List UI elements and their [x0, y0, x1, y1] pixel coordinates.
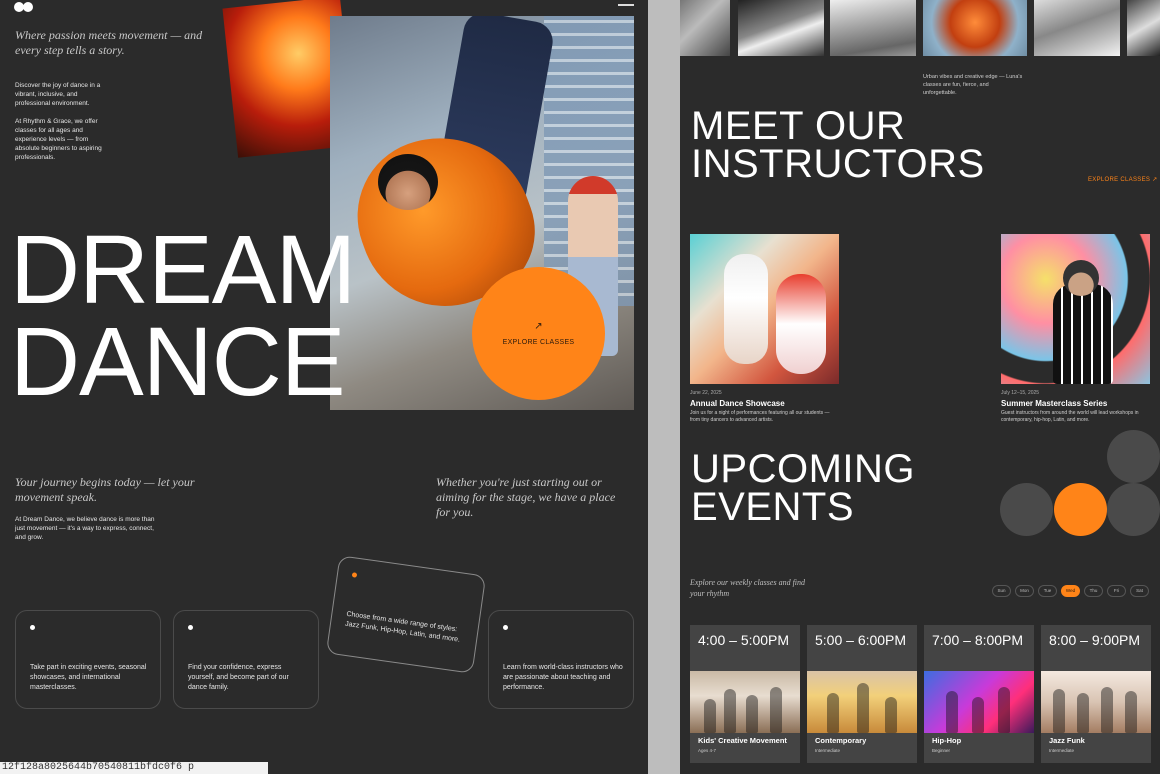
- feature-card-events: Take part in exciting events, seasonal s…: [15, 610, 161, 709]
- class-card[interactable]: 5:00 – 6:00PM Contemporary Intermediate: [807, 625, 917, 763]
- class-card[interactable]: 7:00 – 8:00PM Hip-Hop Beginner: [924, 625, 1034, 763]
- bullet-dot-accent: [351, 572, 358, 578]
- class-name: Kids' Creative Movement: [698, 736, 787, 745]
- journey-title: Your journey begins today — let your mov…: [15, 475, 195, 504]
- bullet-dot: [188, 625, 193, 630]
- feature-card-text: Learn from world-class instructors who a…: [503, 664, 623, 691]
- day-pill-tue[interactable]: Tue: [1038, 585, 1057, 597]
- class-level: Beginner: [932, 748, 951, 753]
- event-date: July 12–15, 2025: [1001, 390, 1040, 396]
- event-title[interactable]: Summer Masterclass Series: [1001, 399, 1107, 408]
- bullet-dot: [503, 625, 508, 630]
- class-name: Hip-Hop: [932, 736, 962, 745]
- day-pill-sat[interactable]: Sat: [1130, 585, 1149, 597]
- dancer-shape: [1053, 284, 1113, 384]
- url-fragment: 12f128a8025644b70540811bfdc0f6 p: [0, 762, 268, 774]
- day-pill-wed[interactable]: Wed: [1061, 585, 1080, 597]
- event-description: Join us for a night of performances feat…: [690, 410, 830, 423]
- class-name: Contemporary: [815, 736, 867, 745]
- class-time: 8:00 – 9:00PM: [1049, 632, 1141, 648]
- class-photo: [807, 671, 917, 733]
- class-photo: [924, 671, 1034, 733]
- right-page-panel: Urban vibes and creative edge — Luna's c…: [680, 0, 1160, 774]
- whether-text: Whether you're just starting out or aimi…: [436, 475, 616, 519]
- event-title[interactable]: Annual Dance Showcase: [690, 399, 785, 408]
- arrow-up-right-icon: ↗: [534, 321, 543, 332]
- decorative-circle: [1000, 483, 1053, 536]
- feature-card-instructors: Learn from world-class instructors who a…: [488, 610, 634, 709]
- feature-card-text: Take part in exciting events, seasonal s…: [30, 664, 147, 691]
- dancer-head-shape: [1063, 260, 1099, 296]
- feature-card-text: Choose from a wide range of styles: Jazz…: [344, 610, 461, 644]
- dancer-shape: [776, 274, 826, 374]
- class-card[interactable]: 4:00 – 5:00PM Kids' Creative Movement Ag…: [690, 625, 800, 763]
- instructor-caption: Urban vibes and creative edge — Luna's c…: [923, 74, 1023, 96]
- logo[interactable]: [14, 2, 36, 12]
- class-card[interactable]: 8:00 – 9:00PM Jazz Funk Intermediate: [1041, 625, 1151, 763]
- day-pill-thu[interactable]: Thu: [1084, 585, 1103, 597]
- instructor-photo[interactable]: [680, 0, 730, 56]
- dancer-shape: [724, 254, 768, 364]
- class-level: Intermediate: [1049, 748, 1075, 753]
- explore-classes-button[interactable]: ↗ EXPLORE CLASSES: [472, 267, 605, 400]
- upcoming-heading-line-2: EVENTS: [691, 485, 855, 529]
- explore-classes-link[interactable]: EXPLORE CLASSES ↗: [1088, 176, 1158, 183]
- decorative-circle: [1107, 430, 1160, 483]
- tagline: Where passion meets movement — and every…: [15, 28, 203, 57]
- instructor-photo-featured[interactable]: [923, 0, 1027, 56]
- feature-card-text: Find your confidence, express yourself, …: [188, 664, 289, 691]
- upcoming-events-heading: UPCOMING EVENTS: [691, 449, 915, 529]
- journey-text: At Dream Dance, we believe dance is more…: [15, 516, 155, 541]
- class-name: Jazz Funk: [1049, 736, 1085, 745]
- menu-icon[interactable]: [618, 4, 634, 6]
- day-pill-fri[interactable]: Fri: [1107, 585, 1126, 597]
- intro-text-1: Discover the joy of dance in a vibrant, …: [15, 82, 101, 107]
- instructor-photo[interactable]: [830, 0, 916, 56]
- dancer-head-shape: [378, 154, 438, 210]
- instructor-photo[interactable]: [1034, 0, 1120, 56]
- page-title: DREAM DANCE: [10, 221, 356, 410]
- weekly-classes-text: Explore our weekly classes and find your…: [690, 578, 806, 598]
- instructor-photo[interactable]: [738, 0, 824, 56]
- event-date: June 22, 2025: [690, 390, 722, 396]
- day-pill-sun[interactable]: Sun: [992, 585, 1011, 597]
- intro-text-2: At Rhythm & Grace, we offer classes for …: [15, 118, 102, 161]
- class-photo: [690, 671, 800, 733]
- class-time: 4:00 – 5:00PM: [698, 632, 790, 648]
- day-pill-mon[interactable]: Mon: [1015, 585, 1034, 597]
- instructors-heading-line-2: INSTRUCTORS: [691, 142, 985, 186]
- class-photo: [1041, 671, 1151, 733]
- left-page-panel: Where passion meets movement — and every…: [0, 0, 648, 774]
- decorative-circle-accent: [1054, 483, 1107, 536]
- event-photo-masterclass[interactable]: [1001, 234, 1150, 384]
- class-time: 5:00 – 6:00PM: [815, 632, 907, 648]
- decorative-circle: [1107, 483, 1160, 536]
- explore-classes-label: EXPLORE CLASSES: [502, 339, 575, 346]
- day-selector: Sun Mon Tue Wed Thu Fri Sat: [992, 585, 1149, 597]
- class-level: Intermediate: [815, 748, 841, 753]
- class-level: Ages 4-7: [698, 748, 717, 753]
- instructors-heading: MEET OUR INSTRUCTORS: [691, 106, 985, 186]
- bullet-dot: [30, 625, 35, 630]
- instructor-photo[interactable]: [1127, 0, 1160, 56]
- class-time: 7:00 – 8:00PM: [932, 632, 1024, 648]
- event-description: Guest instructors from around the world …: [1001, 410, 1139, 423]
- feature-card-styles: Choose from a wide range of styles: Jazz…: [325, 555, 487, 674]
- headline-line-2: DANCE: [10, 307, 346, 416]
- event-photo-showcase[interactable]: [690, 234, 839, 384]
- feature-card-confidence: Find your confidence, express yourself, …: [173, 610, 319, 709]
